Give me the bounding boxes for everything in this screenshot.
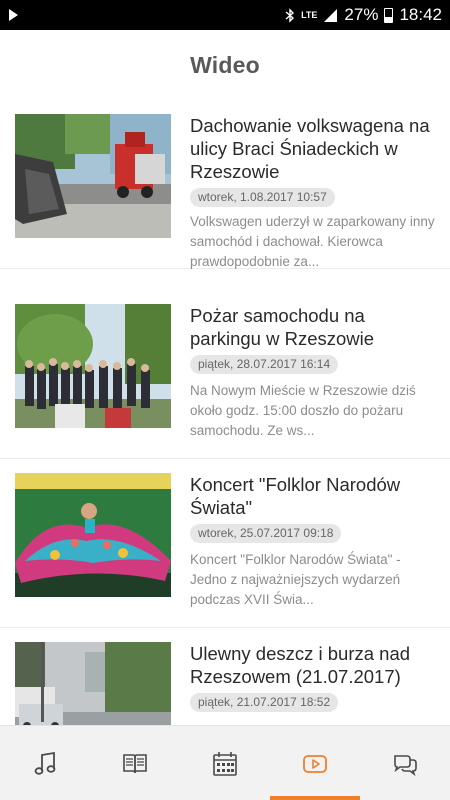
play-icon: [9, 9, 18, 21]
battery-percent: 27%: [344, 5, 379, 24]
video-play-icon: [303, 754, 327, 773]
video-title[interactable]: Koncert "Folklor Narodów Świata": [190, 473, 440, 519]
video-date-badge: wtorek, 25.07.2017 09:18: [190, 524, 342, 543]
app-header: Wideo: [0, 30, 450, 100]
tab-calendar[interactable]: [180, 726, 270, 800]
network-type: LTE: [301, 9, 318, 20]
chat-bubbles-icon: [394, 754, 417, 776]
video-list-item[interactable]: Pożar samochodu na parkingu w Rzeszowie …: [0, 290, 450, 459]
video-date-badge: wtorek, 1.08.2017 10:57: [190, 188, 335, 207]
video-list-item[interactable]: Ulewny deszcz i burza nad Rzeszowem (21.…: [0, 628, 450, 725]
video-thumbnail[interactable]: [15, 473, 171, 597]
tab-music[interactable]: [0, 726, 90, 800]
status-bar: LTE 27% 18:42: [0, 0, 450, 30]
video-title[interactable]: Pożar samochodu na parkingu w Rzeszowie: [190, 304, 440, 350]
video-excerpt: Volkswagen uderzył w zaparkowany inny sa…: [190, 214, 435, 269]
active-tab-indicator: [270, 796, 360, 800]
book-icon: [123, 753, 147, 773]
page-title: Wideo: [190, 51, 260, 78]
tab-news[interactable]: [90, 726, 180, 800]
bottom-tab-bar: [0, 725, 450, 800]
video-title[interactable]: Dachowanie volkswagena na ulicy Braci Śn…: [190, 114, 440, 183]
video-date-badge: piątek, 21.07.2017 18:52: [190, 693, 339, 712]
video-title[interactable]: Ulewny deszcz i burza nad Rzeszowem (21.…: [190, 642, 440, 688]
video-list[interactable]: Dachowanie volkswagena na ulicy Braci Śn…: [0, 100, 450, 725]
status-icons: LTE 27% 18:42: [285, 0, 442, 30]
video-list-item[interactable]: Koncert "Folklor Narodów Świata" wtorek,…: [0, 459, 450, 628]
clock: 18:42: [399, 5, 442, 24]
bluetooth-icon: [285, 7, 295, 23]
tab-chat[interactable]: [360, 726, 450, 800]
video-excerpt: Koncert "Folklor Narodów Świata" - Jedno…: [190, 552, 401, 607]
battery-icon: [384, 7, 394, 23]
video-excerpt: Na Nowym Mieście w Rzeszowie dziś około …: [190, 383, 416, 438]
calendar-icon: [213, 751, 237, 776]
video-thumbnail[interactable]: [15, 304, 171, 428]
video-thumbnail[interactable]: [15, 114, 171, 238]
video-thumbnail[interactable]: [15, 642, 171, 725]
signal-icon: [324, 8, 338, 22]
music-note-icon: [34, 751, 56, 775]
video-list-item[interactable]: Dachowanie volkswagena na ulicy Braci Śn…: [0, 100, 450, 269]
tab-video[interactable]: [270, 726, 360, 800]
video-date-badge: piątek, 28.07.2017 16:14: [190, 355, 339, 374]
